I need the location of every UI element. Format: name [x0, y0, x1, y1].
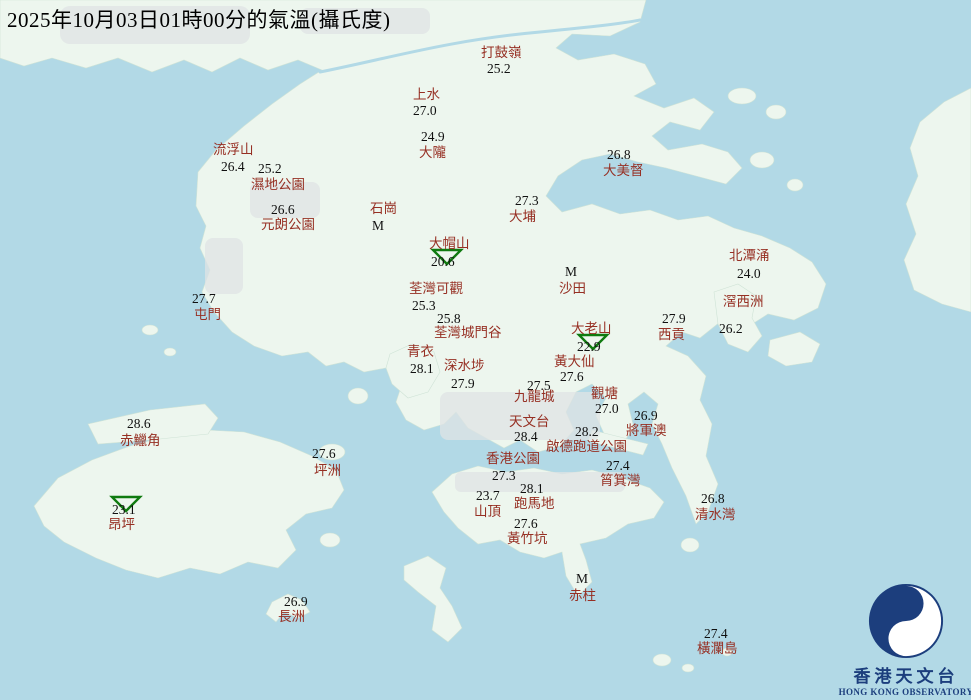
station-temperature: 27.9 — [662, 312, 686, 326]
station-name: 濕地公園 — [251, 178, 305, 192]
station-temperature: 25.8 — [437, 312, 461, 326]
station-temperature: 25.2 — [487, 62, 511, 76]
temperature-map-page: 2025年10月03日01時00分的氣溫(攝氏度) 25.2打鼓嶺27.0上水2… — [0, 0, 971, 700]
hko-logo: 香港天文台 HONG KONG OBSERVATORY — [828, 582, 971, 697]
station-name: 大美督 — [603, 164, 644, 178]
station-temperature: 28.4 — [514, 430, 538, 444]
station-name: 大埔 — [509, 210, 536, 224]
station-name: 昂坪 — [108, 518, 135, 532]
stations-layer: 25.2 打鼓嶺 27.0 上水 24.9 大隴 26.4 流浮山 25.2 濕地公園 26.8 大美… — [0, 0, 971, 700]
hko-logo-icon — [867, 582, 945, 660]
station-name: 流浮山 — [213, 143, 254, 157]
station-name: 赤柱 — [569, 589, 596, 603]
station-temperature: 27.4 — [704, 627, 728, 641]
station-temperature: 23.7 — [476, 489, 500, 503]
station-temperature: 27.6 — [312, 447, 336, 461]
station-temperature: M — [372, 219, 384, 233]
station-name: 橫瀾島 — [697, 642, 738, 656]
station-name: 西貢 — [658, 328, 685, 342]
station-name: 北潭涌 — [729, 249, 770, 263]
station-temperature: 28.2 — [575, 425, 599, 439]
station-temperature: 25.2 — [258, 162, 282, 176]
station-temperature: 25.3 — [412, 299, 436, 313]
station-temperature: 27.4 — [606, 459, 630, 473]
station-temperature: 26.8 — [607, 148, 631, 162]
station-name: 清水灣 — [695, 508, 736, 522]
station-temperature: 27.9 — [451, 377, 475, 391]
station-name: 滘西洲 — [723, 295, 764, 309]
station-temperature: 27.3 — [492, 469, 516, 483]
station-name: 天文台 — [509, 415, 550, 429]
station-temperature: 27.0 — [595, 402, 619, 416]
station-name: 觀塘 — [591, 387, 618, 401]
station-temperature: 27.3 — [515, 194, 539, 208]
station-name: 將軍澳 — [626, 424, 667, 438]
hko-logo-name-en: HONG KONG OBSERVATORY — [828, 687, 971, 697]
station-name: 沙田 — [559, 282, 586, 296]
station-temperature: 20.6 — [431, 255, 455, 269]
station-temperature: 26.9 — [634, 409, 658, 423]
station-temperature: 26.9 — [284, 595, 308, 609]
station-name: 筲箕灣 — [600, 474, 641, 488]
station-temperature: 22.9 — [577, 340, 601, 354]
station-name: 上水 — [413, 88, 440, 102]
station-name: 石崗 — [370, 202, 397, 216]
station-temperature: 23.1 — [112, 503, 136, 517]
station-temperature: 26.6 — [271, 203, 295, 217]
station-temperature: 27.6 — [560, 370, 584, 384]
station-temperature: 24.9 — [421, 130, 445, 144]
station-name: 九龍城 — [514, 390, 555, 404]
station-name: 深水埗 — [444, 359, 485, 373]
station-temperature: 26.4 — [221, 160, 245, 174]
station-temperature: 26.8 — [701, 492, 725, 506]
station-name: 大帽山 — [429, 237, 470, 251]
station-name: 長洲 — [278, 610, 305, 624]
station-temperature: M — [576, 572, 588, 586]
station-temperature: 27.0 — [413, 104, 437, 118]
station-temperature: 24.0 — [737, 267, 761, 281]
station-temperature: 28.1 — [410, 362, 434, 376]
station-name: 荃灣城門谷 — [434, 326, 502, 340]
station-name: 大隴 — [419, 146, 446, 160]
station-name: 赤鱲角 — [120, 434, 161, 448]
station-temperature: 28.6 — [127, 417, 151, 431]
station-name: 坪洲 — [314, 464, 341, 478]
station-temperature: 27.6 — [514, 517, 538, 531]
station-name: 荃灣可觀 — [409, 282, 463, 296]
station-temperature: 27.7 — [192, 292, 216, 306]
station-name: 跑馬地 — [514, 497, 555, 511]
station-name: 黃竹坑 — [507, 532, 548, 546]
hko-logo-name-zh: 香港天文台 — [828, 662, 971, 687]
station-temperature: 28.1 — [520, 482, 544, 496]
station-name: 青衣 — [407, 345, 434, 359]
station-name: 大老山 — [571, 322, 612, 336]
station-name: 黃大仙 — [554, 355, 595, 369]
station-name: 香港公園 — [486, 452, 540, 466]
station-name: 元朗公園 — [261, 218, 315, 232]
station-name: 打鼓嶺 — [481, 46, 522, 60]
station-temperature: M — [565, 265, 577, 279]
station-name: 屯門 — [194, 308, 221, 322]
station-name: 啟德跑道公園 — [546, 440, 627, 454]
station-name: 山頂 — [474, 505, 501, 519]
station-temperature: 26.2 — [719, 322, 743, 336]
